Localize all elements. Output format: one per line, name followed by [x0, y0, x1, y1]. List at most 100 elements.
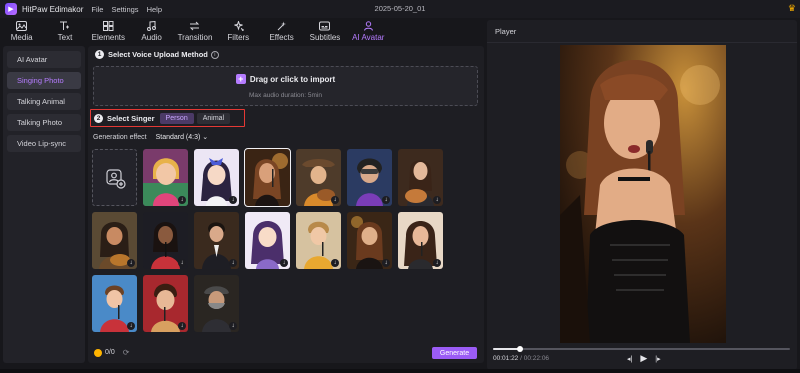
playback-progress[interactable]: [493, 346, 790, 352]
sidebar-item-video-lip-sync[interactable]: Video Lip-sync: [7, 135, 81, 152]
progress-fill: [493, 348, 520, 350]
add-custom-singer-button[interactable]: [92, 149, 137, 206]
tool-effects-label: Effects: [269, 33, 294, 42]
sidebar-item-singing-photo[interactable]: Singing Photo: [7, 72, 81, 89]
time-display: 00:01:22 / 00:22:06: [493, 355, 549, 362]
tool-text[interactable]: Text: [43, 18, 86, 44]
tool-ai-avatar-label: AI Avatar: [352, 33, 385, 42]
ai-avatar-icon: [363, 20, 374, 32]
generation-effect-value: Standard (4:3): [155, 134, 201, 141]
generate-button[interactable]: Generate: [432, 347, 477, 359]
filters-icon: [233, 20, 244, 32]
sidebar-item-ai-avatar[interactable]: AI Avatar: [7, 51, 81, 68]
download-icon: ↓: [229, 259, 237, 267]
step2-number: 2: [94, 113, 103, 123]
step1-number: 1: [95, 50, 104, 59]
refresh-icon[interactable]: ⟳: [123, 348, 130, 357]
crown-icon[interactable]: ♛: [788, 3, 796, 14]
chevron-down-icon: ⌄: [202, 134, 209, 141]
credits-value: 0/0: [105, 349, 115, 356]
tool-filters[interactable]: Filters: [217, 18, 260, 44]
singer-card[interactable]: ↓: [296, 149, 341, 206]
download-icon: ↓: [178, 322, 186, 330]
singer-card[interactable]: ↓: [92, 275, 137, 332]
download-icon: ↓: [229, 196, 237, 204]
singer-card[interactable]: ↓: [143, 149, 188, 206]
transition-icon: [189, 20, 200, 32]
download-icon: ↓: [331, 196, 339, 204]
title-bar: ▶ HitPaw Edimakor File Settings Help 202…: [0, 0, 800, 18]
singer-card[interactable]: ↓: [347, 212, 392, 269]
playback-controls: ◂| ▶ |▸: [627, 353, 661, 364]
singer-card[interactable]: ↓: [194, 275, 239, 332]
tool-elements-label: Elements: [91, 33, 125, 42]
tool-text-label: Text: [57, 33, 73, 42]
download-icon: ↓: [127, 259, 135, 267]
effects-icon: [276, 20, 287, 32]
tool-audio[interactable]: Audio: [130, 18, 173, 44]
divider: [487, 42, 797, 43]
tool-effects[interactable]: Effects: [260, 18, 303, 44]
previous-frame-icon[interactable]: ◂|: [627, 355, 632, 363]
download-icon: ↓: [433, 259, 441, 267]
generation-effect-select[interactable]: Standard (4:3) ⌄: [156, 133, 209, 141]
tool-subtitles-label: Subtitles: [309, 33, 341, 42]
singer-card[interactable]: ↓: [296, 212, 341, 269]
progress-handle[interactable]: [516, 346, 523, 352]
download-icon: ↓: [280, 259, 288, 267]
tool-transition-label: Transition: [177, 33, 213, 42]
coin-icon: [94, 348, 102, 357]
download-icon: ↓: [178, 259, 186, 267]
tab-person[interactable]: Person: [159, 112, 194, 124]
download-icon: ↓: [178, 196, 186, 204]
info-icon[interactable]: i: [210, 50, 219, 59]
generation-effect-label: Generation effect: [93, 133, 147, 141]
tool-elements[interactable]: Elements: [87, 18, 130, 44]
video-preview[interactable]: [560, 45, 726, 343]
app-name: HitPaw Edimakor: [22, 4, 84, 14]
singer-card[interactable]: ↓: [194, 212, 239, 269]
tool-audio-label: Audio: [141, 33, 162, 42]
tool-subtitles[interactable]: Subtitles: [303, 18, 346, 44]
download-icon: ↓: [331, 259, 339, 267]
step2-title: Select Singer: [107, 113, 155, 123]
tool-media[interactable]: Media: [0, 18, 43, 44]
download-icon: ↓: [433, 196, 441, 204]
select-singer-highlight: 2 Select Singer Person Animal: [90, 109, 245, 127]
tool-ai-avatar[interactable]: AI Avatar: [347, 18, 390, 44]
singer-card[interactable]: ↓: [143, 275, 188, 332]
singer-card-selected[interactable]: [244, 148, 291, 207]
player-title: Player: [495, 27, 517, 36]
media-icon: [16, 20, 28, 32]
text-icon: [59, 20, 70, 32]
tool-transition[interactable]: Transition: [173, 18, 216, 44]
singer-card[interactable]: ↓: [245, 212, 290, 269]
current-time: 00:01:22: [493, 355, 519, 362]
menu-file[interactable]: File: [91, 5, 103, 14]
singer-card[interactable]: ↓: [398, 149, 443, 206]
audio-icon: [146, 20, 157, 32]
next-frame-icon[interactable]: |▸: [655, 355, 660, 363]
download-icon: ↓: [229, 322, 237, 330]
elements-icon: [102, 20, 114, 32]
time-separator: /: [520, 355, 522, 362]
audio-dropzone[interactable]: + Drag or click to import Max audio dura…: [93, 66, 478, 106]
tab-animal[interactable]: Animal: [196, 112, 231, 124]
step1-heading: 1 Select Voice Upload Method i: [95, 50, 219, 59]
singer-card[interactable]: ↓: [398, 212, 443, 269]
singing-photo-panel: 1 Select Voice Upload Method i + Drag or…: [88, 46, 484, 363]
player-panel: Player 00:01:22 / 00:22:06 ◂| ▶ |▸: [487, 20, 797, 370]
sidebar: AI Avatar Singing Photo Talking Animal T…: [3, 46, 85, 363]
download-icon: ↓: [382, 259, 390, 267]
singer-card[interactable]: ↓: [143, 212, 188, 269]
singer-card[interactable]: ↓: [92, 212, 137, 269]
singer-card[interactable]: ↓: [347, 149, 392, 206]
main-toolbar: Media Text Elements Audio Transition Fil…: [0, 18, 390, 44]
menu-settings[interactable]: Settings: [111, 5, 138, 14]
sidebar-item-talking-animal[interactable]: Talking Animal: [7, 93, 81, 110]
menu-help[interactable]: Help: [147, 5, 162, 14]
play-icon[interactable]: ▶: [640, 353, 647, 364]
sidebar-item-talking-photo[interactable]: Talking Photo: [7, 114, 81, 131]
singer-card[interactable]: ↓: [194, 149, 239, 206]
step2-heading: 2 Select Singer: [94, 113, 155, 123]
